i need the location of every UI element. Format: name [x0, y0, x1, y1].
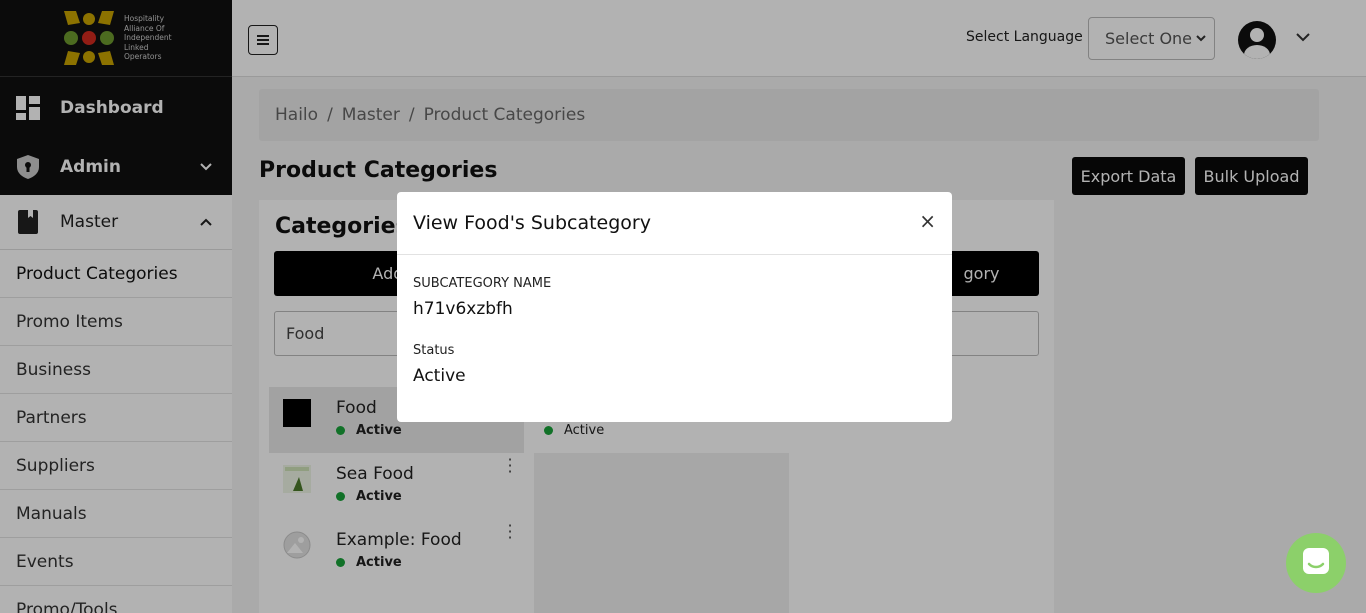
- status-label: Status: [413, 343, 455, 358]
- subcategory-name-label: SUBCATEGORY NAME: [413, 276, 552, 291]
- subcategory-name-value: h71v6xzbfh: [413, 299, 513, 319]
- status-value: Active: [413, 366, 466, 386]
- view-subcategory-modal: View Food's Subcategory × SUBCATEGORY NA…: [397, 192, 952, 422]
- close-icon[interactable]: ×: [919, 209, 936, 233]
- modal-header: View Food's Subcategory ×: [397, 192, 952, 255]
- chat-icon: [1301, 546, 1331, 580]
- modal-title: View Food's Subcategory: [413, 212, 651, 234]
- chat-launcher-button[interactable]: [1286, 533, 1346, 593]
